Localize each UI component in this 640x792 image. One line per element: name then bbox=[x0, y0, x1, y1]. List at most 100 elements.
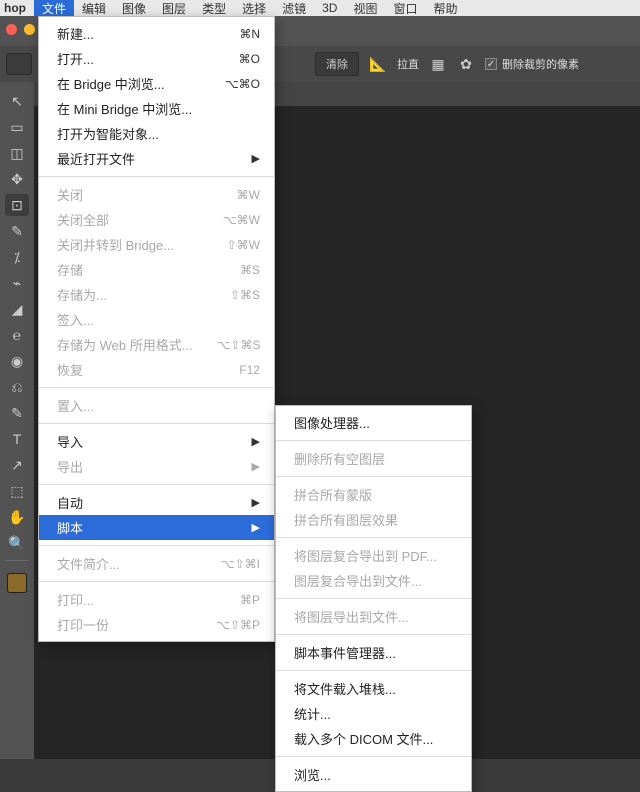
script-menu-item-2: 删除所有空图层 bbox=[276, 446, 471, 471]
tool-0[interactable]: ↖ bbox=[5, 90, 29, 112]
menu-item-label: 新建... bbox=[57, 24, 94, 43]
menu-filter[interactable]: 滤镜 bbox=[274, 0, 314, 18]
menu-window[interactable]: 窗口 bbox=[385, 0, 425, 18]
script-menu-item-15[interactable]: 统计... bbox=[276, 701, 471, 726]
file-menu-item-4[interactable]: 打开为智能对象... bbox=[39, 121, 274, 146]
tool-11[interactable]: ⎌ bbox=[5, 376, 29, 398]
tool-15[interactable]: ⬚ bbox=[5, 480, 29, 502]
menu-item-label: 拼合所有蒙版 bbox=[294, 485, 372, 504]
script-menu-separator bbox=[276, 476, 471, 477]
clear-button[interactable]: 清除 bbox=[315, 52, 359, 76]
file-menu-item-11: 存储为...⇧⌘S bbox=[39, 282, 274, 307]
menu-layer[interactable]: 图层 bbox=[154, 0, 194, 18]
menu-item-label: 存储 bbox=[57, 260, 83, 279]
gear-icon[interactable]: ✿ bbox=[457, 55, 475, 73]
file-menu-item-27: 打印一份⌥⇧⌘P bbox=[39, 612, 274, 637]
tool-16[interactable]: ✋ bbox=[5, 506, 29, 528]
file-menu-item-22[interactable]: 脚本▶ bbox=[39, 515, 274, 540]
file-menu-item-9: 关闭并转到 Bridge...⇧⌘W bbox=[39, 232, 274, 257]
tool-4[interactable]: ⊡ bbox=[5, 194, 29, 216]
menu-item-label: 存储为... bbox=[57, 285, 107, 304]
script-menu-item-0[interactable]: 图像处理器... bbox=[276, 410, 471, 435]
tool-14[interactable]: ↗ bbox=[5, 454, 29, 476]
script-menu-item-12[interactable]: 脚本事件管理器... bbox=[276, 640, 471, 665]
menu-item-label: 统计... bbox=[294, 704, 331, 723]
menu-view[interactable]: 视图 bbox=[345, 0, 385, 18]
script-menu-item-7: 将图层复合导出到 PDF... bbox=[276, 543, 471, 568]
file-menu-item-12: 签入... bbox=[39, 307, 274, 332]
tool-6[interactable]: ⁒ bbox=[5, 246, 29, 268]
close-icon[interactable] bbox=[6, 24, 17, 35]
tool-8[interactable]: ◢ bbox=[5, 298, 29, 320]
menu-item-label: 导入 bbox=[57, 432, 83, 451]
menu-item-label: 导出 bbox=[57, 457, 83, 476]
straighten-icon[interactable]: 📐 bbox=[369, 55, 387, 73]
file-menu-item-0[interactable]: 新建...⌘N bbox=[39, 21, 274, 46]
file-menu-item-19: 导出▶ bbox=[39, 454, 274, 479]
minimize-icon[interactable] bbox=[24, 24, 35, 35]
menu-item-label: 载入多个 DICOM 文件... bbox=[294, 729, 433, 748]
file-menu-item-3[interactable]: 在 Mini Bridge 中浏览... bbox=[39, 96, 274, 121]
menu-item-label: 打印... bbox=[57, 590, 94, 609]
delete-cropped-checkbox[interactable]: ✓ 删除裁剪的像素 bbox=[485, 56, 579, 72]
file-menu-item-5[interactable]: 最近打开文件▶ bbox=[39, 146, 274, 171]
menu-item-label: 关闭并转到 Bridge... bbox=[57, 235, 174, 254]
submenu-arrow-icon: ▶ bbox=[252, 435, 260, 448]
menu-item-label: 签入... bbox=[57, 310, 94, 329]
menu-select[interactable]: 选择 bbox=[234, 0, 274, 18]
file-menu-item-21[interactable]: 自动▶ bbox=[39, 490, 274, 515]
menu-item-shortcut: ⌥⌘W bbox=[223, 213, 260, 227]
menu-item-label: 关闭 bbox=[57, 185, 83, 204]
script-menu-separator bbox=[276, 670, 471, 671]
tool-5[interactable]: ✎ bbox=[5, 220, 29, 242]
tool-12[interactable]: ✎ bbox=[5, 402, 29, 424]
menu-item-label: 脚本事件管理器... bbox=[294, 643, 396, 662]
overlay-grid-icon[interactable]: ▦ bbox=[429, 55, 447, 73]
tool-10[interactable]: ◉ bbox=[5, 350, 29, 372]
file-menu-item-18[interactable]: 导入 ▶ bbox=[39, 429, 274, 454]
script-submenu: 图像处理器... 删除所有空图层拼合所有蒙版拼合所有图层效果将图层复合导出到 PD… bbox=[275, 405, 472, 792]
tools-panel: ↖ ▭ ◫ ✥ ⊡ ✎ ⁒ ⌁ ◢ ℮ ◉ ⎌ ✎ T ↗ ⬚ ✋ 🔍 bbox=[0, 82, 34, 759]
file-menu-item-1[interactable]: 打开...⌘O bbox=[39, 46, 274, 71]
tool-7[interactable]: ⌁ bbox=[5, 272, 29, 294]
file-menu-item-2[interactable]: 在 Bridge 中浏览... ⌥⌘O bbox=[39, 71, 274, 96]
menu-edit[interactable]: 编辑 bbox=[74, 0, 114, 18]
menu-item-label: 打开为智能对象... bbox=[57, 124, 159, 143]
script-menu-item-10: 将图层导出到文件... bbox=[276, 604, 471, 629]
crop-preset-button[interactable] bbox=[6, 53, 32, 75]
menu-item-label: 文件简介... bbox=[57, 554, 120, 573]
script-menu-item-18[interactable]: 浏览... bbox=[276, 762, 471, 787]
menubar: hop 文件 编辑 图像 图层 类型 选择 滤镜 3D 视图 窗口 帮助 bbox=[0, 0, 640, 16]
file-menu-separator bbox=[39, 423, 274, 424]
menu-file[interactable]: 文件 bbox=[34, 0, 74, 18]
straighten-label: 拉直 bbox=[397, 56, 419, 72]
menu-item-shortcut: ⌥⌘O bbox=[225, 77, 260, 91]
submenu-arrow-icon: ▶ bbox=[252, 496, 260, 509]
script-menu-separator bbox=[276, 440, 471, 441]
file-menu-separator bbox=[39, 545, 274, 546]
script-menu-item-16[interactable]: 载入多个 DICOM 文件... bbox=[276, 726, 471, 751]
menu-type[interactable]: 类型 bbox=[194, 0, 234, 18]
tool-17[interactable]: 🔍 bbox=[5, 532, 29, 554]
menu-item-label: 在 Bridge 中浏览... bbox=[57, 74, 165, 93]
menu-item-label: 图层复合导出到文件... bbox=[294, 571, 422, 590]
menu-item-label: 拼合所有图层效果 bbox=[294, 510, 398, 529]
tool-3[interactable]: ✥ bbox=[5, 168, 29, 190]
file-menu-separator bbox=[39, 176, 274, 177]
menu-3d[interactable]: 3D bbox=[314, 0, 345, 16]
tool-1[interactable]: ▭ bbox=[5, 116, 29, 138]
tool-9[interactable]: ℮ bbox=[5, 324, 29, 346]
file-menu-item-26: 打印...⌘P bbox=[39, 587, 274, 612]
menu-image[interactable]: 图像 bbox=[114, 0, 154, 18]
app-name: hop bbox=[0, 0, 34, 16]
tool-13[interactable]: T bbox=[5, 428, 29, 450]
file-menu-separator bbox=[39, 484, 274, 485]
script-menu-item-14[interactable]: 将文件载入堆栈... bbox=[276, 676, 471, 701]
menu-item-label: 恢复 bbox=[57, 360, 83, 379]
file-menu-item-7: 关闭⌘W bbox=[39, 182, 274, 207]
file-menu-item-13: 存储为 Web 所用格式...⌥⇧⌘S bbox=[39, 332, 274, 357]
fg-color-swatch[interactable] bbox=[7, 573, 27, 593]
menu-item-label: 关闭全部 bbox=[57, 210, 109, 229]
menu-help[interactable]: 帮助 bbox=[425, 0, 465, 18]
tool-2[interactable]: ◫ bbox=[5, 142, 29, 164]
